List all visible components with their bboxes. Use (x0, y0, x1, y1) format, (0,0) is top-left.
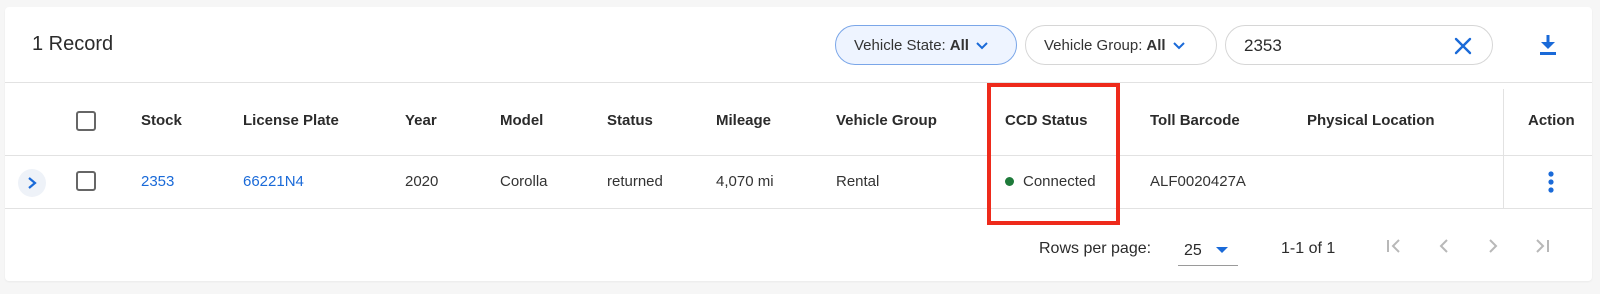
more-vert-icon[interactable] (1548, 171, 1554, 193)
ccd-status-text: Connected (1023, 173, 1096, 190)
connected-status-dot-icon (1005, 176, 1014, 186)
table-header: Stock License Plate Year Model Status Mi… (5, 84, 1592, 156)
column-header-vehicle-group[interactable]: Vehicle Group (836, 112, 937, 129)
close-icon[interactable] (1452, 35, 1474, 57)
rows-per-page-value: 25 (1184, 242, 1202, 259)
year-cell: 2020 (405, 173, 439, 190)
column-header-license-plate[interactable]: License Plate (243, 112, 339, 129)
record-count: 1 Record (32, 33, 114, 55)
column-header-ccd-status[interactable]: CCD Status (1005, 112, 1088, 129)
toll-barcode-cell: ALF0020427A (1150, 173, 1246, 190)
row-checkbox[interactable] (76, 171, 96, 191)
chevron-right-icon (28, 177, 37, 189)
select-all-checkbox[interactable] (76, 111, 96, 131)
vehicle-state-filter[interactable]: Vehicle State: All (835, 25, 1017, 65)
column-header-action: Action (1528, 112, 1575, 129)
vehicle-state-label: Vehicle State: (854, 36, 946, 54)
column-header-toll-barcode[interactable]: Toll Barcode (1150, 112, 1240, 129)
column-header-year[interactable]: Year (405, 112, 437, 129)
vehicle-state-value: All (949, 36, 969, 54)
pagination-range: 1-1 of 1 (1281, 240, 1336, 257)
vehicle-group-label: Vehicle Group: (1044, 36, 1143, 54)
mileage-cell: 4,070 mi (716, 173, 774, 190)
pagination-footer: Rows per page: 25 1-1 of 1 (5, 210, 1592, 280)
chevron-down-icon (976, 42, 988, 50)
previous-page-icon[interactable] (1430, 232, 1458, 260)
column-header-physical-location[interactable]: Physical Location (1307, 112, 1435, 129)
search-input[interactable] (1244, 34, 1434, 58)
vehicle-group-value: All (1146, 36, 1166, 54)
column-header-model[interactable]: Model (500, 112, 543, 129)
status-cell: returned (607, 173, 663, 190)
column-header-stock[interactable]: Stock (141, 112, 182, 129)
rows-per-page-select[interactable]: 25 (1178, 232, 1238, 266)
column-header-status[interactable]: Status (607, 112, 653, 129)
vehicle-group-filter[interactable]: Vehicle Group: All (1025, 25, 1217, 65)
last-page-icon[interactable] (1528, 232, 1556, 260)
first-page-icon[interactable] (1380, 232, 1408, 260)
rows-per-page-label: Rows per page: (1039, 240, 1152, 257)
model-cell: Corolla (500, 173, 548, 190)
table-row: 2353 66221N4 2020 Corolla returned 4,070… (5, 157, 1592, 209)
vehicle-table-card: 1 Record Vehicle State: All Vehicle Grou… (5, 7, 1592, 281)
chevron-down-icon (1172, 42, 1185, 50)
download-icon[interactable] (1537, 33, 1559, 57)
expand-row-button[interactable] (18, 169, 46, 197)
vehicle-group-cell: Rental (836, 173, 880, 190)
license-plate-link[interactable]: 66221N4 (243, 173, 304, 190)
ccd-status-cell: Connected (1005, 173, 1096, 190)
caret-down-icon (1216, 247, 1228, 253)
table-toolbar: 1 Record Vehicle State: All Vehicle Grou… (5, 7, 1592, 83)
column-header-mileage[interactable]: Mileage (716, 112, 771, 129)
stock-link[interactable]: 2353 (141, 173, 174, 190)
search-box (1225, 25, 1493, 65)
next-page-icon[interactable] (1479, 232, 1507, 260)
